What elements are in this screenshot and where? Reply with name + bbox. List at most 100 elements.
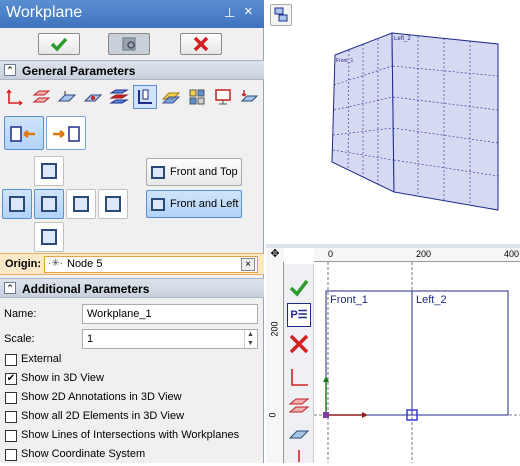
cancel-icon bbox=[193, 36, 209, 52]
cube-icon bbox=[151, 198, 165, 211]
axis-tool-button[interactable] bbox=[287, 366, 311, 390]
workplanes-3d-model: Left_2 Front_1 bbox=[331, 32, 499, 211]
parallel-planes-icon bbox=[288, 398, 310, 413]
stacked-planes-icon[interactable] bbox=[109, 87, 129, 107]
plane-by-point-button[interactable] bbox=[287, 448, 311, 463]
scale-input[interactable]: 1 ▲ ▼ bbox=[82, 329, 258, 349]
front-and-left-label: Front and Left bbox=[170, 198, 239, 210]
general-parameters-header[interactable]: ⌃ General Parameters bbox=[0, 60, 264, 80]
ruler-left-200: 200 bbox=[269, 321, 280, 337]
origin-value: Node 5 bbox=[67, 258, 103, 270]
additional-parameters-header[interactable]: ⌃ Additional Parameters bbox=[0, 278, 264, 298]
pin-icon[interactable]: ⊥ bbox=[224, 5, 235, 21]
preview-icon bbox=[122, 37, 136, 51]
scale-value: 1 bbox=[87, 333, 94, 345]
view-right-button[interactable] bbox=[66, 189, 96, 219]
top-ruler: 0 200 400 bbox=[314, 248, 520, 262]
general-parameters-label: General Parameters bbox=[22, 64, 136, 78]
x-axis-arrow-icon bbox=[362, 412, 368, 418]
view-bottom-button[interactable] bbox=[34, 222, 64, 252]
preview-button[interactable] bbox=[108, 33, 150, 55]
plane-by-face-button[interactable] bbox=[287, 422, 311, 446]
cancel-button[interactable] bbox=[180, 33, 222, 55]
corner-planes-icon bbox=[138, 89, 152, 104]
name-value: Workplane_1 bbox=[87, 308, 152, 320]
cancel-icon bbox=[289, 334, 309, 354]
show-all-2d-elements-checkbox[interactable] bbox=[5, 411, 17, 423]
view-front-button[interactable] bbox=[34, 189, 64, 219]
show-in-3d-view-checkbox[interactable]: ✔ bbox=[5, 373, 17, 385]
rect-front-label: Front_1 bbox=[330, 294, 368, 306]
name-label: Name: bbox=[4, 308, 37, 320]
cube-left-icon bbox=[9, 196, 25, 212]
parallel-planes-icon[interactable] bbox=[31, 87, 51, 107]
ruler-left-0: 0 bbox=[267, 412, 278, 418]
properties-icon: P☰ bbox=[290, 309, 308, 321]
cube-top-icon bbox=[41, 163, 57, 179]
origin-marker-icon bbox=[323, 412, 329, 418]
ruler-top-200: 200 bbox=[416, 249, 432, 259]
front-left-workplane-tool[interactable] bbox=[133, 85, 157, 109]
check-icon bbox=[50, 37, 68, 52]
show-coordinate-system-checkbox[interactable] bbox=[5, 449, 17, 461]
origin-label: Origin: bbox=[5, 258, 42, 270]
plane-by-face-icon[interactable] bbox=[57, 87, 77, 107]
arrow-into-plane-left-icon bbox=[10, 126, 35, 142]
front-and-top-button[interactable]: Front and Top bbox=[146, 158, 242, 186]
plane-by-point-icon bbox=[298, 450, 300, 462]
view-top-button[interactable] bbox=[34, 156, 64, 186]
ruler-top-0: 0 bbox=[328, 249, 334, 259]
front-and-left-button[interactable]: Front and Left bbox=[146, 190, 242, 218]
show-intersection-lines-label: Show Lines of Intersections with Workpla… bbox=[21, 429, 240, 441]
properties-button[interactable]: P☰ bbox=[287, 303, 311, 327]
name-input[interactable]: Workplane_1 bbox=[82, 304, 258, 324]
3d-view[interactable]: Left_2 Front_1 bbox=[266, 0, 520, 244]
show-2d-annotations-checkbox[interactable] bbox=[5, 392, 17, 404]
pan-icon[interactable]: ✥ bbox=[266, 248, 284, 262]
collapse-chevron-icon[interactable]: ⌃ bbox=[4, 282, 16, 294]
accept-button[interactable] bbox=[287, 276, 311, 300]
external-label: External bbox=[21, 353, 62, 365]
collapse-chevron-icon[interactable]: ⌃ bbox=[4, 64, 16, 76]
rect-left-label: Left_2 bbox=[416, 294, 447, 306]
scale-spinner[interactable]: ▲ ▼ bbox=[244, 330, 256, 348]
parallel-planes-button[interactable] bbox=[287, 394, 311, 418]
screen-plane-icon[interactable] bbox=[213, 87, 233, 107]
plane-offset-icon[interactable] bbox=[161, 87, 181, 107]
cube-front-icon bbox=[41, 196, 57, 212]
show-intersection-lines-checkbox[interactable] bbox=[5, 430, 17, 442]
panel-titlebar: Workplane ⊥ × bbox=[0, 0, 264, 28]
front-and-top-label: Front and Top bbox=[170, 166, 238, 178]
close-icon[interactable]: × bbox=[244, 3, 253, 20]
view-left-button[interactable] bbox=[2, 189, 32, 219]
cube-bottom-icon bbox=[41, 229, 57, 245]
show-all-2d-elements-label: Show all 2D Elements in 3D View bbox=[21, 410, 185, 422]
left-ruler: 200 0 bbox=[266, 262, 284, 463]
direction-left-button[interactable] bbox=[4, 116, 44, 150]
ruler-top-400: 400 bbox=[504, 249, 520, 259]
view-back-button[interactable] bbox=[98, 189, 128, 219]
panel-title: Workplane bbox=[6, 4, 83, 21]
node-icon: ·✳· bbox=[48, 258, 64, 269]
origin-field[interactable]: ·✳· Node 5 × bbox=[44, 256, 258, 273]
additional-parameters-label: Additional Parameters bbox=[22, 282, 150, 296]
2d-drawing: Front_1 Left_2 bbox=[314, 262, 520, 463]
cube-back-icon bbox=[105, 196, 121, 212]
show-in-3d-view-label: Show in 3D View bbox=[21, 372, 104, 384]
direction-right-button[interactable] bbox=[46, 116, 86, 150]
rotate-plane-icon[interactable] bbox=[239, 87, 259, 107]
axis-workplane-icon[interactable] bbox=[5, 87, 25, 107]
show-coordinate-system-label: Show Coordinate System bbox=[21, 448, 146, 460]
scale-label: Scale: bbox=[4, 333, 35, 345]
show-2d-annotations-label: Show 2D Annotations in 3D View bbox=[21, 391, 182, 403]
ok-button[interactable] bbox=[38, 33, 80, 55]
arrow-into-plane-right-icon bbox=[53, 126, 80, 142]
clear-origin-icon[interactable]: × bbox=[241, 258, 255, 271]
plane-label-left: Left_2 bbox=[394, 36, 411, 42]
external-checkbox[interactable] bbox=[5, 354, 17, 366]
plane-label-front: Front_1 bbox=[336, 58, 353, 64]
plane-by-point-icon[interactable] bbox=[83, 87, 103, 107]
check-icon bbox=[289, 279, 309, 297]
grid-workplane-icon[interactable] bbox=[187, 87, 207, 107]
discard-button[interactable] bbox=[287, 332, 311, 356]
